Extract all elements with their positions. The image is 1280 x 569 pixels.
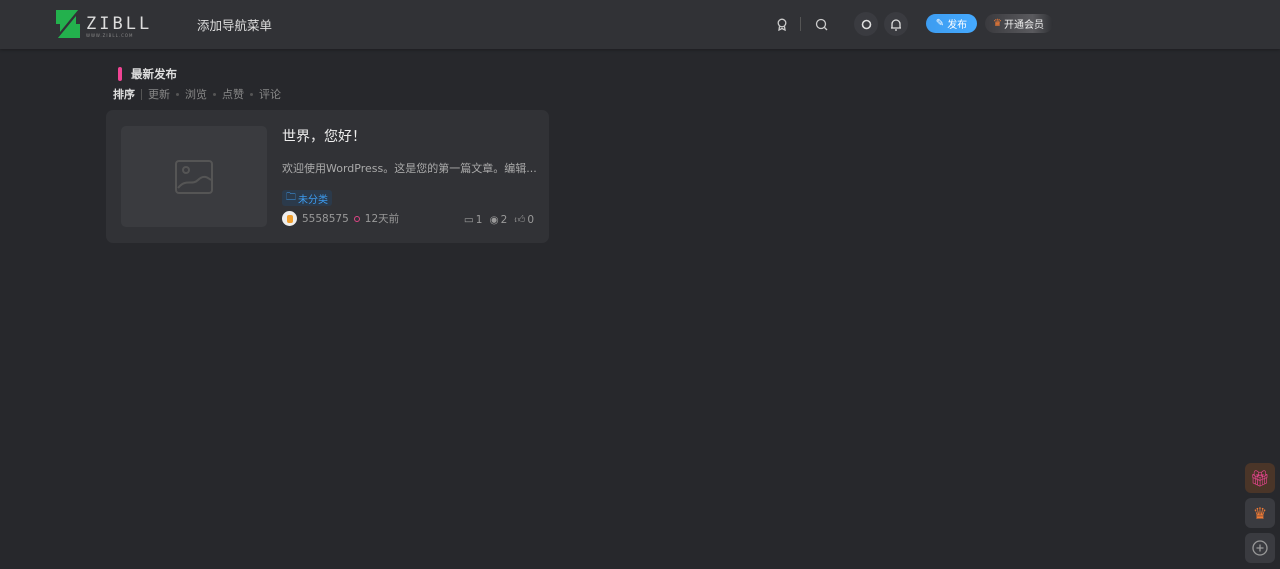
sort-comments[interactable]: 评论 xyxy=(259,86,281,102)
add-button[interactable] xyxy=(1245,533,1275,563)
gift-icon: 🎁︎ xyxy=(1249,468,1271,488)
image-placeholder-icon xyxy=(175,159,213,194)
divider xyxy=(141,88,142,100)
sort-views[interactable]: 浏览 xyxy=(185,86,207,102)
post-thumbnail[interactable] xyxy=(121,126,267,227)
crown-icon: ♛ xyxy=(1252,503,1268,523)
view-count-value: 2 xyxy=(500,213,508,226)
post-time: 12天前 xyxy=(364,213,400,225)
folder-icon: 🗀 xyxy=(286,191,296,203)
like-count: 👍︎ 0 xyxy=(514,213,534,227)
divider xyxy=(800,17,801,31)
like-count-value: 0 xyxy=(527,213,534,226)
plus-circle-icon xyxy=(1252,540,1268,556)
sort-likes[interactable]: 点赞 xyxy=(222,86,244,102)
section-title: 最新发布 xyxy=(118,66,177,82)
search-icon[interactable] xyxy=(809,12,833,36)
publish-button[interactable]: ✎ 发布 xyxy=(926,14,977,33)
post-title[interactable]: 世界，您好！ xyxy=(282,126,366,146)
theme-toggle-icon[interactable] xyxy=(854,12,878,36)
post-excerpt: 欢迎使用WordPress。这是您的第一篇文章。编辑... xyxy=(282,162,537,175)
separator-dot xyxy=(250,92,253,96)
comment-icon: ▭ xyxy=(463,213,474,226)
logo-text: ZIBLL xyxy=(86,13,153,34)
crown-icon: ♛ xyxy=(993,18,1002,29)
nav-menu-link[interactable]: 添加导航菜单 xyxy=(197,15,272,34)
vip-label: 开通会员 xyxy=(1003,20,1044,31)
eye-icon: ◉ xyxy=(489,213,499,226)
comment-count-value: 1 xyxy=(475,213,483,226)
post-meta: 5558575 12天前 xyxy=(282,211,399,226)
separator-dot xyxy=(213,92,216,96)
section-title-text: 最新发布 xyxy=(131,67,177,81)
thumbs-up-icon: 👍︎ xyxy=(514,214,526,226)
separator-ring-icon xyxy=(353,215,360,222)
avatar[interactable] xyxy=(282,211,297,226)
sort-bar: 排序 更新 浏览 点赞 评论 xyxy=(113,86,281,102)
vip-float-button[interactable]: ♛ xyxy=(1245,498,1275,528)
header: ZIBLL WWW.ZIBLL.COM 添加导航菜单 ✎ 发布 ♛ 开通会员 xyxy=(0,0,1280,49)
publish-label: 发布 xyxy=(947,20,968,31)
comment-count: ▭ 1 xyxy=(464,214,483,226)
author-name[interactable]: 5558575 xyxy=(302,213,349,225)
badge-icon[interactable] xyxy=(770,12,794,36)
view-count: ◉ 2 xyxy=(489,214,507,226)
sort-label: 排序 xyxy=(113,88,135,101)
category-label: 未分类 xyxy=(298,194,328,206)
logo-icon xyxy=(56,10,80,38)
title-bar xyxy=(118,67,122,81)
pencil-icon: ✎ xyxy=(935,18,945,29)
separator-dot xyxy=(176,92,179,96)
site-logo[interactable]: ZIBLL WWW.ZIBLL.COM xyxy=(56,10,152,38)
category-badge[interactable]: 🗀 未分类 xyxy=(282,190,332,206)
post-card: 世界，您好！ 欢迎使用WordPress。这是您的第一篇文章。编辑... 🗀 未分… xyxy=(106,110,549,243)
gift-button[interactable]: 🎁︎ xyxy=(1245,463,1275,493)
vip-button[interactable]: ♛ 开通会员 xyxy=(985,14,1053,33)
logo-subtext: WWW.ZIBLL.COM xyxy=(86,33,134,38)
bell-icon[interactable] xyxy=(884,12,908,36)
post-stats: ▭ 1 ◉ 2 👍︎ 0 xyxy=(464,213,534,227)
sort-update[interactable]: 更新 xyxy=(148,86,170,102)
